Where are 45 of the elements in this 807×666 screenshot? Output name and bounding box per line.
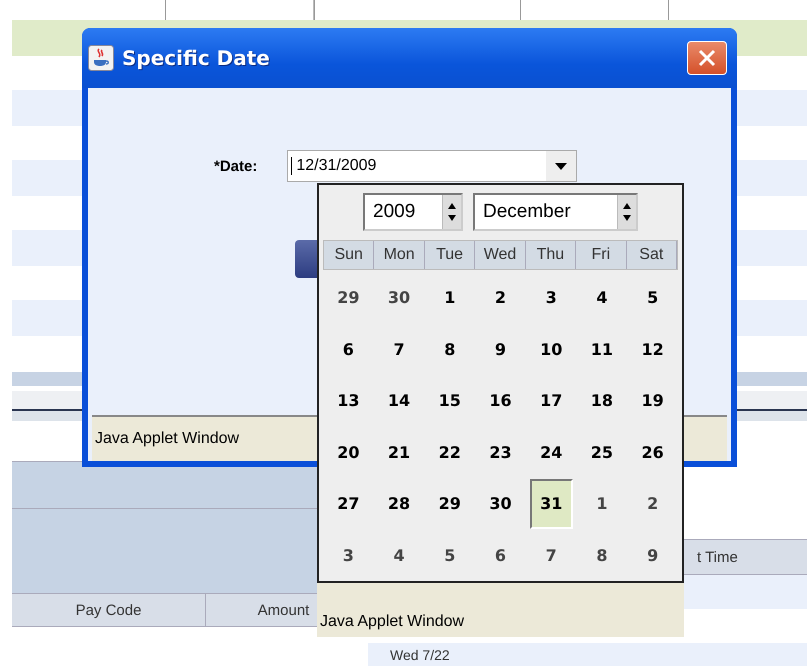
calendar-day[interactable]: 6 — [475, 530, 526, 581]
calendar-day[interactable]: 2 — [627, 478, 678, 530]
month-spinner[interactable]: December — [473, 193, 638, 231]
calendar-day[interactable]: 1 — [424, 272, 476, 324]
calendar-day[interactable]: 27 — [323, 478, 374, 530]
calendar-day[interactable]: 11 — [576, 324, 628, 375]
calendar-day[interactable]: 8 — [576, 530, 628, 581]
calendar-day[interactable]: 12 — [627, 324, 678, 375]
weekday-label: Sun — [324, 241, 374, 269]
calendar-day[interactable]: 30 — [374, 272, 424, 324]
date-input-field[interactable]: 12/31/2009 — [287, 150, 578, 182]
month-value: December — [482, 201, 572, 223]
weekday-label: Sat — [626, 241, 677, 269]
weekday-label: Fri — [576, 241, 627, 269]
calendar-day[interactable]: 28 — [374, 478, 424, 530]
calendar-day[interactable]: 5 — [424, 530, 476, 581]
calendar-day[interactable]: 3 — [526, 272, 577, 324]
calendar-day[interactable]: 29 — [323, 272, 374, 324]
calendar-day[interactable]: 29 — [424, 478, 476, 530]
calendar-day[interactable]: 7 — [374, 324, 424, 375]
calendar-day[interactable]: 1 — [576, 478, 628, 530]
calendar-day[interactable]: 6 — [323, 324, 374, 375]
calendar-day[interactable]: 4 — [576, 272, 628, 324]
applet-warning-bar: Java Applet Window — [317, 583, 684, 637]
year-spinner[interactable]: 2009 — [363, 193, 463, 231]
calendar-day[interactable]: 5 — [627, 272, 678, 324]
calendar-day[interactable]: 8 — [424, 324, 476, 375]
calendar-day[interactable]: 9 — [475, 324, 526, 375]
calendar-day[interactable]: 31 — [530, 479, 573, 528]
column-header: Pay Code — [12, 594, 206, 626]
calendar-day[interactable]: 3 — [323, 530, 374, 581]
table-cell-text: Wed 7/22 — [390, 646, 450, 665]
weekday-label: Wed — [475, 241, 526, 269]
weekday-label: Thu — [526, 241, 576, 269]
weekday-label: Mon — [374, 241, 425, 269]
field-label: *Date: — [214, 158, 258, 174]
year-value: 2009 — [372, 201, 416, 223]
calendar-day[interactable]: 2 — [475, 272, 526, 324]
weekday-label: Tue — [424, 241, 476, 269]
window-title: Specific Date — [122, 46, 271, 70]
calendar-day[interactable]: 30 — [475, 478, 526, 530]
calendar-day[interactable]: 4 — [374, 530, 424, 581]
calendar-day[interactable]: 9 — [627, 530, 678, 581]
calendar-day[interactable]: 7 — [526, 530, 577, 581]
calendar-day[interactable]: 10 — [526, 324, 577, 375]
